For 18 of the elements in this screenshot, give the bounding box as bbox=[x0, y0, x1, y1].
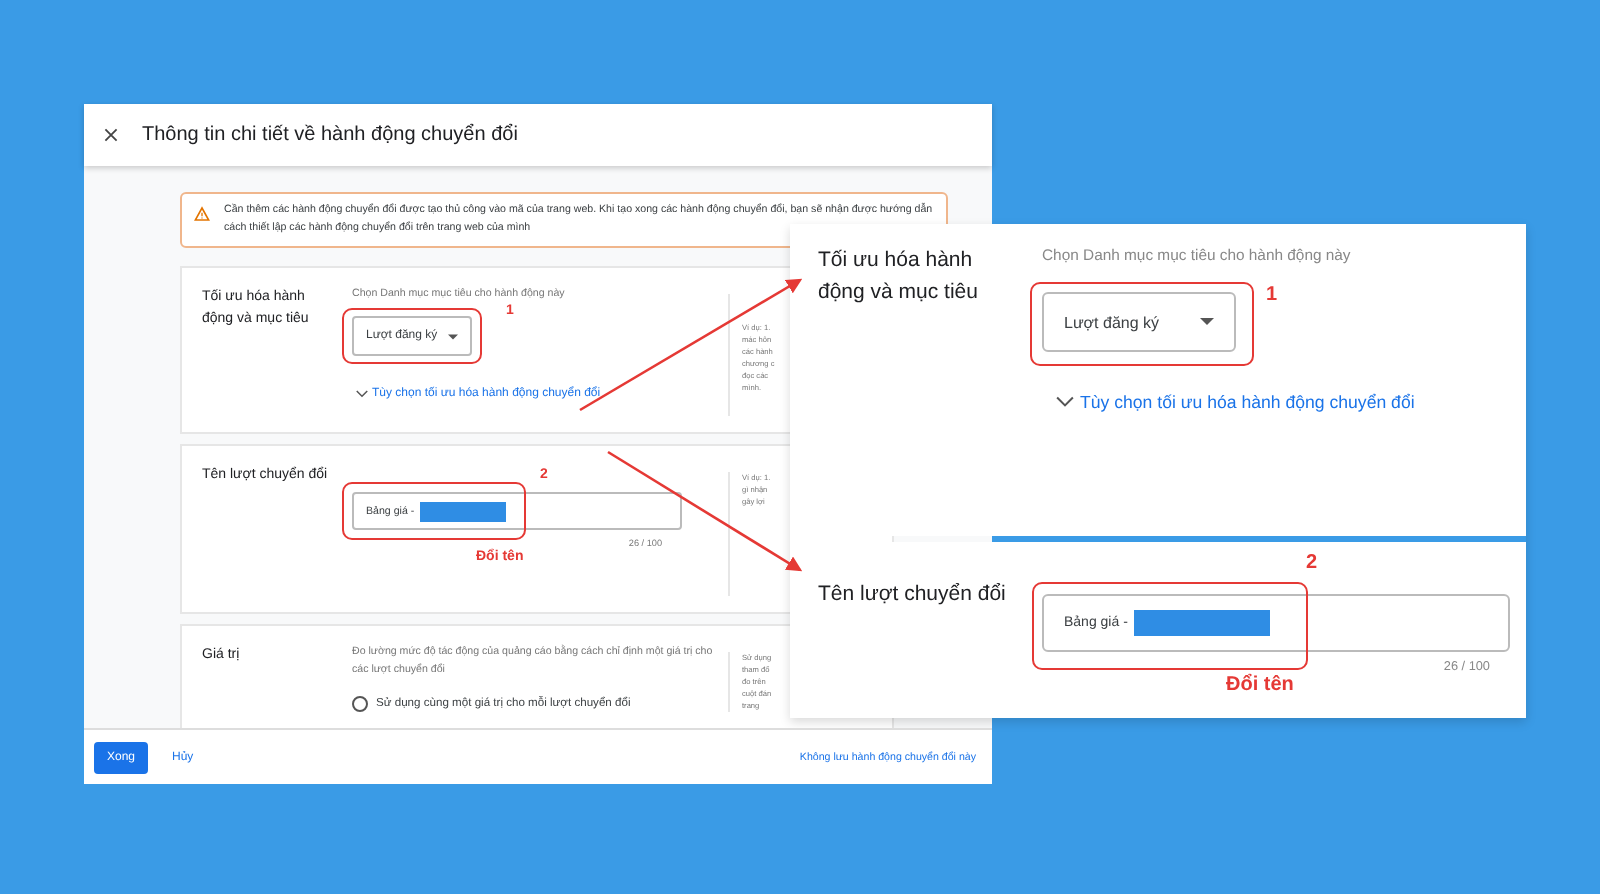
chevron-icon bbox=[1056, 396, 1074, 408]
rename-note: Đổi tên bbox=[1226, 674, 1296, 696]
category-dropdown[interactable]: Lượt đăng ký bbox=[1042, 292, 1236, 352]
redaction-bar bbox=[420, 501, 507, 521]
dialog-title: Thông tin chi tiết về hành động chuyển đổi bbox=[142, 124, 518, 146]
options-link[interactable]: Tùy chọn tối ưu hóa hành động chuyển đổi bbox=[1056, 392, 1526, 412]
section-label: Tối ưu hóa hành động và mục tiêu bbox=[818, 246, 980, 308]
annotation-ring bbox=[342, 308, 482, 364]
section-label: Tên lượt chuyển đổi bbox=[818, 580, 1008, 610]
radio-button[interactable] bbox=[352, 696, 368, 712]
step-number: 1 bbox=[1266, 284, 1278, 306]
redaction-bar bbox=[1133, 610, 1270, 636]
warning-icon bbox=[194, 206, 210, 222]
step-number: 2 bbox=[1306, 552, 1318, 574]
close-icon[interactable] bbox=[104, 128, 118, 142]
caret-icon bbox=[1200, 318, 1214, 326]
caret-icon bbox=[448, 333, 458, 339]
chevron-icon bbox=[356, 390, 368, 398]
